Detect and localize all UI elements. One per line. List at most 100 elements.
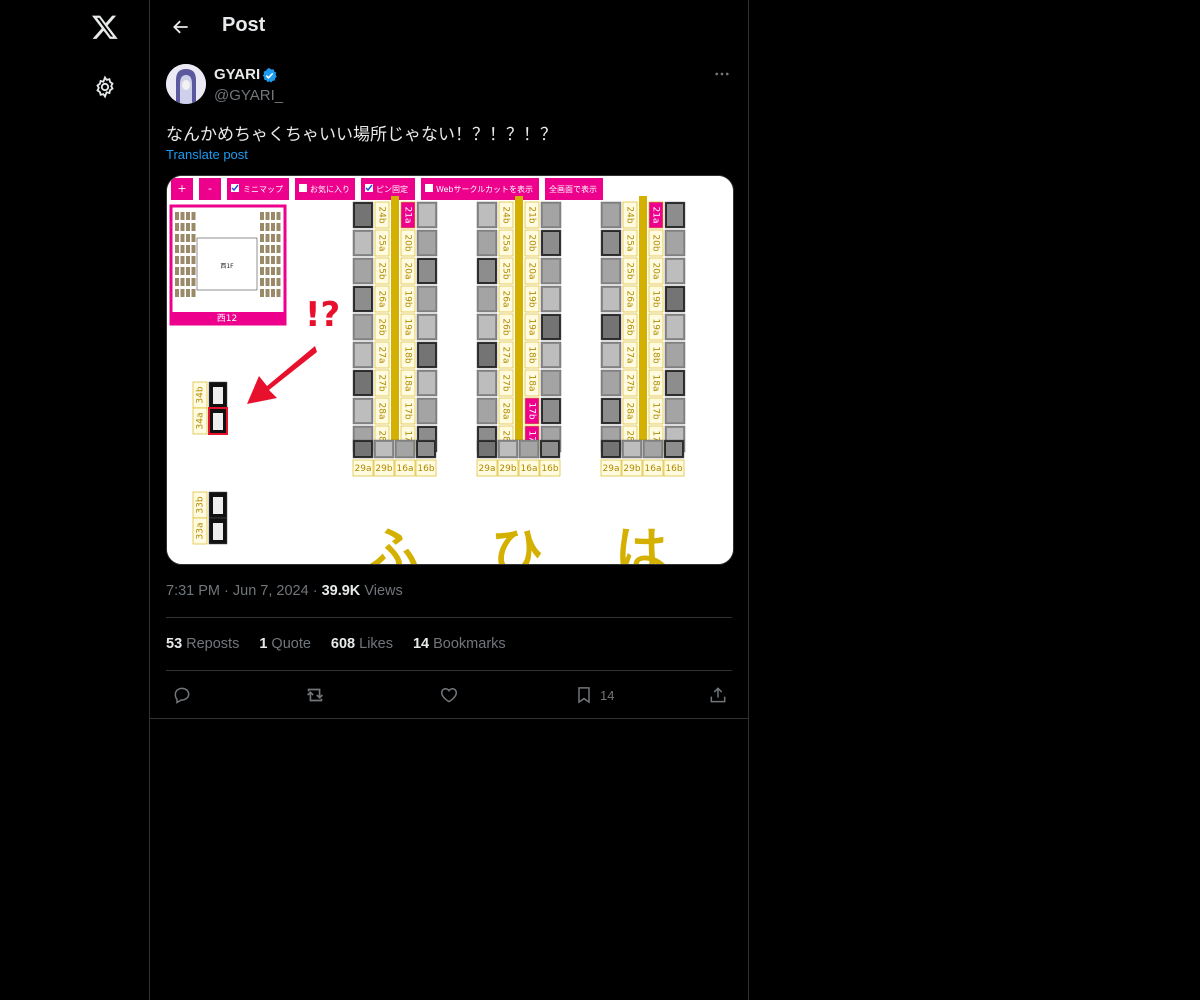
booth-label: 17b bbox=[651, 402, 661, 419]
likes-stat[interactable]: 608 Likes bbox=[331, 636, 393, 652]
post-header: Post bbox=[150, 0, 748, 54]
thumbnail-detail bbox=[419, 400, 435, 422]
thumbnail-detail bbox=[667, 232, 683, 254]
minimap-booth bbox=[260, 267, 264, 275]
avatar[interactable] bbox=[166, 64, 206, 104]
minimap-booth bbox=[175, 267, 179, 275]
more-options-icon[interactable] bbox=[710, 62, 734, 86]
translate-post-link[interactable]: Translate post bbox=[166, 147, 248, 162]
bookmarks-stat[interactable]: 14 Bookmarks bbox=[413, 636, 506, 652]
minimap-booth bbox=[186, 289, 190, 297]
engagement-stats: 53 Reposts 1 Quote 608 Likes 14 Bookmarks bbox=[166, 636, 506, 652]
reposts-count: 53 bbox=[166, 636, 183, 652]
thumbnail-detail bbox=[542, 442, 558, 456]
booth-label: 29b bbox=[623, 464, 640, 474]
post-image[interactable]: + - ミニマップ お気に入り ピン固定 Webサークルカットを表示 全画面で表… bbox=[166, 175, 734, 565]
thumbnail-detail bbox=[603, 344, 619, 366]
booth-label: 18b bbox=[403, 346, 413, 363]
minimap-booth bbox=[265, 212, 270, 220]
row-label-kana: ふ bbox=[367, 523, 419, 564]
booth-label: 27a bbox=[625, 347, 635, 364]
minimap-booth bbox=[186, 245, 190, 253]
thumbnail-detail bbox=[355, 442, 371, 456]
thumbnail-detail bbox=[543, 232, 559, 254]
back-arrow-icon[interactable] bbox=[164, 10, 198, 44]
minimap: 西1F 西12 bbox=[169, 204, 287, 326]
minimap-booth bbox=[265, 267, 270, 275]
thumbnail-detail bbox=[355, 232, 371, 254]
thumbnail-detail bbox=[543, 372, 559, 394]
minimap-booth bbox=[180, 267, 185, 275]
booth-label: 19b bbox=[527, 290, 537, 307]
booth-label: 29a bbox=[479, 464, 496, 474]
bookmark-button[interactable]: 14 bbox=[574, 682, 614, 708]
minimap-booth bbox=[175, 234, 179, 242]
booth-label: 26b bbox=[501, 318, 511, 335]
booth-label: 21a bbox=[651, 207, 661, 224]
minimap-booth bbox=[276, 278, 281, 286]
thumbnail-detail bbox=[543, 400, 559, 422]
minimap-booth bbox=[175, 245, 179, 253]
booth-label: 16a bbox=[645, 464, 662, 474]
booth-label: 27b bbox=[377, 374, 387, 391]
row-labels: ふひは bbox=[367, 523, 667, 564]
minimap-booth bbox=[180, 234, 185, 242]
booth-label: 16a bbox=[397, 464, 414, 474]
author-handle[interactable]: @GYARI_ bbox=[214, 87, 283, 104]
settings-gear-icon[interactable] bbox=[84, 66, 126, 108]
booth-label: 16b bbox=[665, 464, 682, 474]
thumbnail-detail bbox=[666, 442, 682, 456]
booth-columns: 24b25a25b26a26b27a27b28a28b21a20b20a19b1… bbox=[352, 196, 686, 477]
minimap-booth bbox=[186, 234, 190, 242]
thumbnail-detail bbox=[419, 316, 435, 338]
minimap-booth bbox=[175, 223, 179, 231]
thumbnail-detail bbox=[667, 316, 683, 338]
page-title: Post bbox=[222, 14, 266, 36]
author-name[interactable]: GYARI bbox=[214, 66, 260, 83]
share-button[interactable] bbox=[708, 682, 728, 708]
post-date[interactable]: Jun 7, 2024 bbox=[233, 583, 309, 599]
x-logo-icon[interactable] bbox=[84, 6, 126, 48]
divider bbox=[150, 718, 748, 719]
booth-label: 28a bbox=[501, 403, 511, 420]
minimap-booth bbox=[276, 234, 281, 242]
booth-label: 33a bbox=[196, 523, 206, 540]
annotation-mark: !? bbox=[305, 295, 340, 335]
thumbnail-detail bbox=[667, 288, 683, 310]
booth-label: 24b bbox=[625, 206, 635, 223]
thumbnail-detail bbox=[667, 372, 683, 394]
post-meta: 7:31 PM · Jun 7, 2024 · 39.9K Views bbox=[166, 583, 403, 599]
thumbnail-detail bbox=[355, 400, 371, 422]
minimap-booth bbox=[180, 256, 185, 264]
reply-button[interactable] bbox=[172, 682, 192, 708]
minimap-label: ミニマップ bbox=[243, 185, 283, 194]
minimap-booth bbox=[276, 256, 281, 264]
booth-label: 16b bbox=[541, 464, 558, 474]
thumbnail-detail bbox=[419, 344, 435, 366]
thumbnail-detail bbox=[543, 316, 559, 338]
booth-label: 25a bbox=[625, 235, 635, 252]
booth-label: 20a bbox=[403, 263, 413, 280]
thumbnail-detail bbox=[667, 400, 683, 422]
booth-label: 24b bbox=[377, 206, 387, 223]
reply-icon bbox=[174, 687, 190, 704]
minimap-booth bbox=[180, 212, 185, 220]
post-text: なんかめちゃくちゃいい場所じゃない！？！？！？ bbox=[166, 125, 557, 145]
minimap-booth bbox=[265, 234, 270, 242]
booth-label: 26b bbox=[377, 318, 387, 335]
like-button[interactable] bbox=[439, 682, 459, 708]
repost-button[interactable] bbox=[304, 682, 326, 708]
minimap-booth bbox=[191, 267, 196, 275]
reposts-stat[interactable]: 53 Reposts bbox=[166, 636, 239, 652]
booth-label: 18a bbox=[527, 375, 537, 392]
quotes-stat[interactable]: 1 Quote bbox=[259, 636, 311, 652]
booth-label: 21a bbox=[403, 207, 413, 224]
thumbnail-detail bbox=[543, 288, 559, 310]
thumbnail-detail bbox=[603, 372, 619, 394]
minimap-booth bbox=[180, 223, 185, 231]
zoom-out-label: - bbox=[208, 182, 212, 195]
thumbnail-detail bbox=[419, 232, 435, 254]
booth-label: 17b bbox=[527, 402, 537, 419]
thumbnail-detail bbox=[355, 204, 371, 226]
post-time[interactable]: 7:31 PM bbox=[166, 583, 220, 599]
